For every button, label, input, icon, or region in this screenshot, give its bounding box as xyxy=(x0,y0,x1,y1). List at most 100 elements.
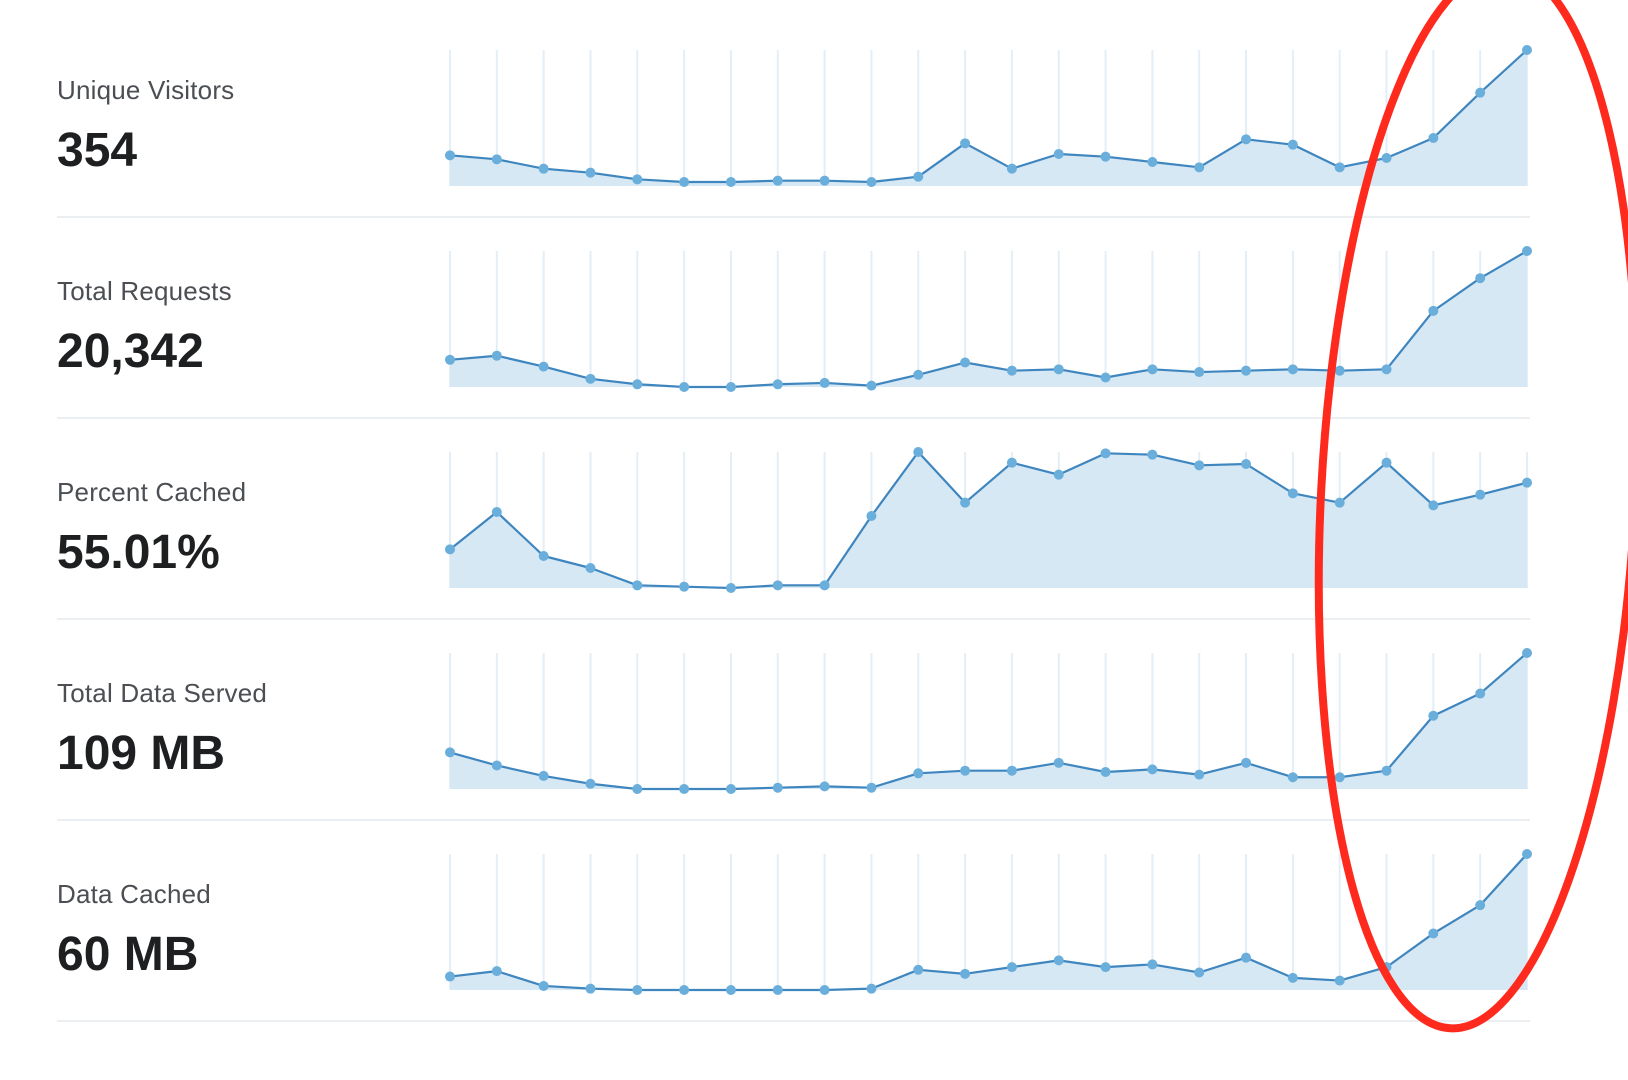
data-point xyxy=(1053,469,1064,480)
data-point xyxy=(960,497,971,508)
metric-row-total-data-served: Total Data Served 109 MB xyxy=(57,614,1532,821)
data-point xyxy=(819,781,830,792)
metric-label: Total Data Served xyxy=(57,678,268,708)
data-point xyxy=(1147,959,1158,970)
metric-label: Data Cached xyxy=(57,879,211,909)
data-point xyxy=(1428,500,1439,511)
data-point xyxy=(491,154,502,165)
data-point xyxy=(1334,772,1345,783)
metric-value: 354 xyxy=(57,124,138,177)
data-point xyxy=(772,580,783,591)
area-fill xyxy=(450,452,1527,588)
data-point xyxy=(772,175,783,186)
data-point xyxy=(1522,648,1532,658)
data-point xyxy=(1194,967,1205,978)
data-point xyxy=(772,782,783,793)
data-point xyxy=(1241,952,1252,963)
data-point xyxy=(960,357,971,368)
data-point xyxy=(491,507,502,517)
data-point xyxy=(679,177,690,187)
data-point xyxy=(585,563,596,573)
data-point xyxy=(1287,772,1298,783)
data-point xyxy=(866,511,877,521)
data-point xyxy=(679,382,690,392)
data-point xyxy=(1147,157,1158,167)
data-point xyxy=(866,380,877,391)
data-point xyxy=(819,377,830,388)
data-point xyxy=(772,379,783,390)
data-point xyxy=(1100,767,1111,777)
data-point xyxy=(960,765,971,776)
data-point xyxy=(1241,134,1252,145)
data-point xyxy=(1428,133,1439,143)
area-fill xyxy=(450,653,1527,789)
metric-label: Percent Cached xyxy=(57,477,247,507)
data-point xyxy=(913,768,924,779)
data-point xyxy=(913,964,924,975)
data-point xyxy=(585,983,596,994)
data-point xyxy=(1381,962,1392,973)
data-point xyxy=(1053,757,1064,768)
data-point xyxy=(1522,849,1532,859)
data-point xyxy=(585,778,596,789)
data-point xyxy=(1475,273,1486,284)
data-point xyxy=(1428,928,1439,939)
data-point xyxy=(1006,457,1017,468)
data-point xyxy=(1147,364,1158,375)
data-point xyxy=(538,770,549,781)
data-point xyxy=(679,581,690,592)
metric-row-data-cached: Data Cached 60 MB xyxy=(57,815,1532,1022)
data-point xyxy=(1522,246,1532,256)
data-point xyxy=(585,373,596,384)
data-point xyxy=(1006,163,1017,174)
data-point xyxy=(632,580,643,591)
data-point xyxy=(1194,162,1205,173)
data-point xyxy=(1100,448,1111,459)
sparkline-chart xyxy=(445,45,1532,187)
data-point xyxy=(1428,710,1439,721)
data-point xyxy=(819,985,830,995)
data-point xyxy=(1287,488,1298,499)
data-point xyxy=(1334,497,1345,508)
data-point xyxy=(491,760,502,771)
data-point xyxy=(913,171,924,182)
data-point xyxy=(913,369,924,380)
sparkline-chart xyxy=(445,849,1532,995)
data-point xyxy=(538,163,549,174)
data-point xyxy=(679,985,690,995)
data-point xyxy=(538,361,549,372)
data-point xyxy=(1241,365,1252,376)
data-point xyxy=(725,382,736,392)
metric-row-total-requests: Total Requests 20,342 xyxy=(57,212,1532,419)
data-point xyxy=(585,167,596,178)
data-point xyxy=(679,784,690,794)
data-point xyxy=(725,784,736,794)
data-point xyxy=(1287,364,1298,375)
data-point xyxy=(538,980,549,991)
data-point xyxy=(1006,765,1017,776)
data-point xyxy=(725,985,736,995)
data-point xyxy=(819,580,830,591)
data-point xyxy=(1522,45,1532,55)
data-point xyxy=(1147,449,1158,460)
data-point xyxy=(1194,460,1205,471)
data-point xyxy=(1381,153,1392,163)
data-point xyxy=(1100,151,1111,162)
metric-row-unique-visitors: Unique Visitors 354 xyxy=(57,11,1532,218)
data-point xyxy=(1522,477,1532,488)
metric-label: Unique Visitors xyxy=(57,75,235,105)
data-point xyxy=(960,968,971,979)
data-point xyxy=(1287,139,1298,150)
data-point xyxy=(1475,87,1486,98)
data-point xyxy=(1006,962,1017,973)
data-point xyxy=(725,583,736,593)
data-point xyxy=(819,175,830,186)
data-point xyxy=(1381,457,1392,468)
series-line xyxy=(449,250,1528,389)
data-point xyxy=(866,983,877,994)
data-point xyxy=(632,174,643,185)
data-point xyxy=(445,150,455,161)
area-fill xyxy=(450,50,1527,186)
data-point xyxy=(772,985,783,995)
data-point xyxy=(1475,688,1486,699)
